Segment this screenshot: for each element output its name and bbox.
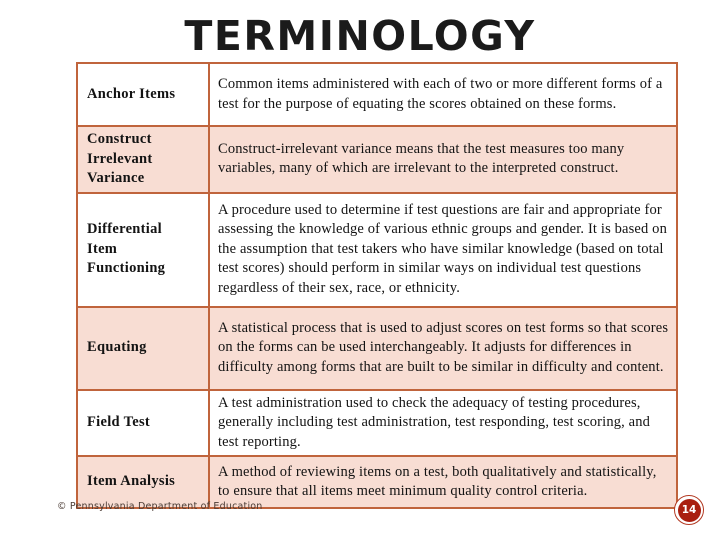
term-label: Functioning [87,260,166,277]
definition-cell: A procedure used to determine if test qu… [208,191,678,308]
page-number-label: 14 [677,498,701,522]
slide-canvas: { "slide": { "title": "TERMINOLOGY", "ti… [0,0,720,540]
term-label: Item Analysis [87,473,176,490]
page-title: TERMINOLOGY [184,12,536,60]
terminology-table: Anchor Items Common items administered w… [76,62,678,509]
term-label: Differential [87,221,163,238]
definition-cell: Common items administered with each of t… [208,62,678,127]
term-cell: Differential Item Functioning [76,191,210,308]
term-cell: Construct Irrelevant Variance [76,125,210,194]
definition-cell: A test administration used to check the … [208,388,678,457]
term-cell: Anchor Items [76,62,210,127]
table-row: Equating A statistical process that is u… [76,305,678,391]
term-label: Anchor Items [87,85,176,102]
page-number-badge: 14 [674,495,704,525]
definition-cell: A statistical process that is used to ad… [208,305,678,391]
term-label: Irrelevant [87,150,153,167]
definition-cell: Construct-irrelevant variance means that… [208,125,678,194]
term-label: Item [87,240,118,257]
table-row: Differential Item Functioning A procedur… [76,191,678,308]
table-row: Anchor Items Common items administered w… [76,62,678,127]
copyright-credit: © Pennsylvania Department of Education [57,501,263,512]
term-label: Field Test [87,414,151,430]
term-label: Construct [87,131,152,147]
term-label: Variance [87,170,145,186]
term-label: Equating [87,339,147,356]
definition-cell: A method of reviewing items on a test, b… [208,455,678,509]
term-cell: Equating [76,305,210,391]
table-row: Field Test A test administration used to… [76,388,678,457]
term-cell: Field Test [76,388,210,457]
table-row: Construct Irrelevant Variance Construct-… [76,125,678,194]
